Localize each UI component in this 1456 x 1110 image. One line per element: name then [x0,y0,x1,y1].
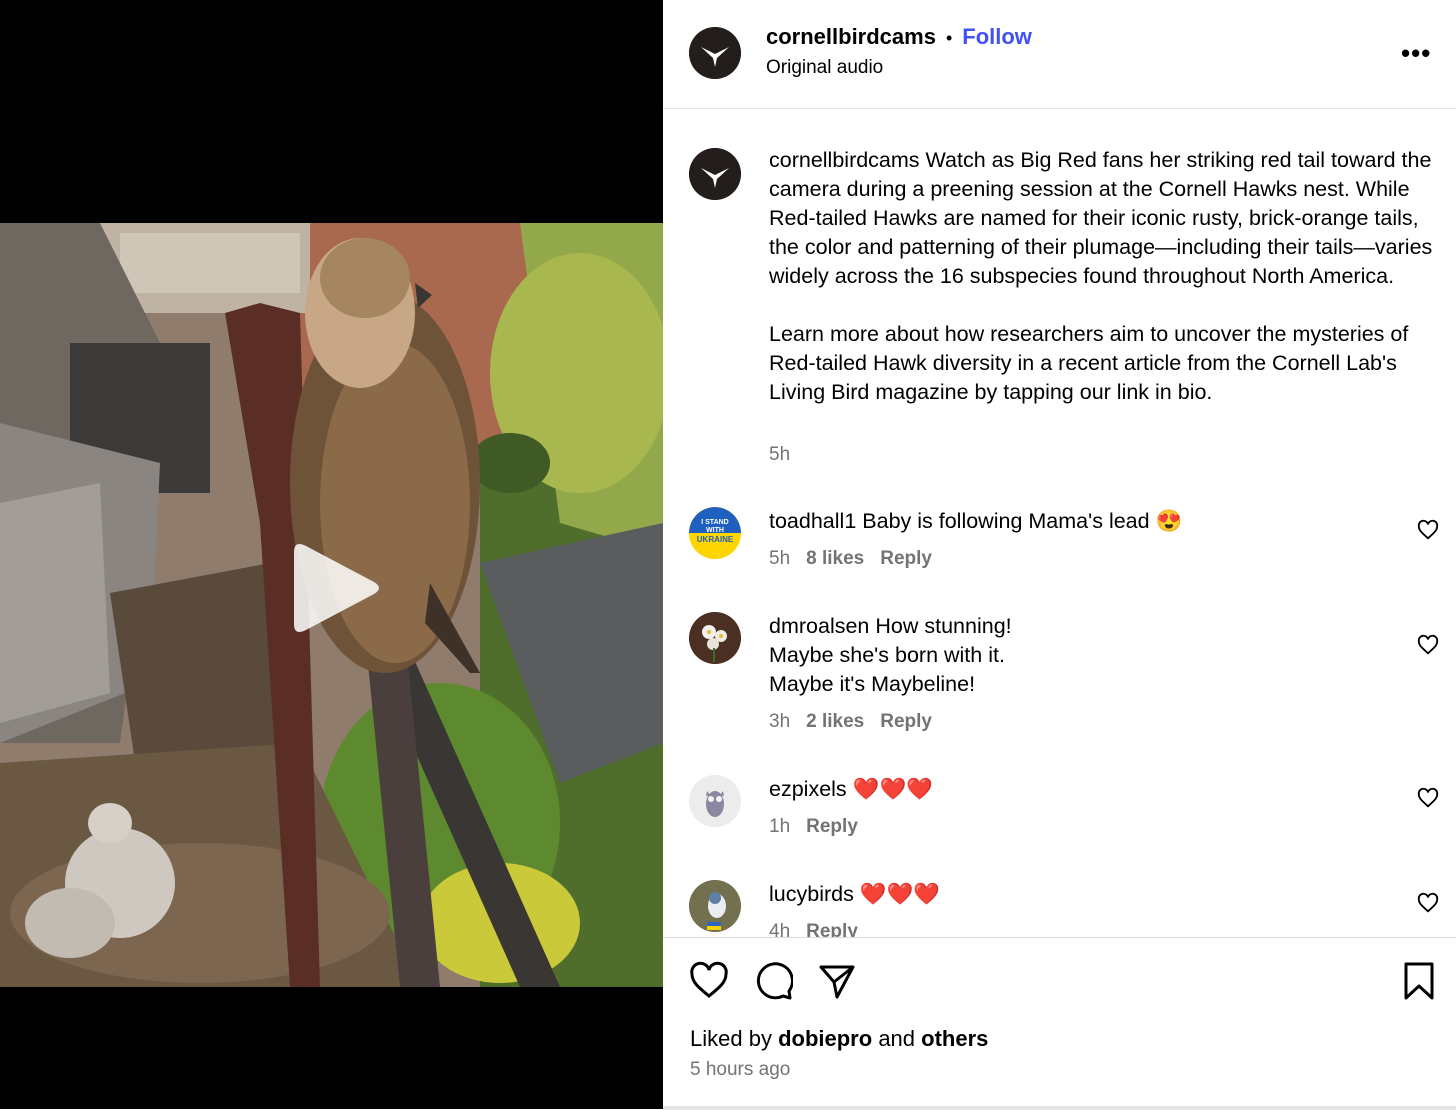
bird-photo-avatar-icon [689,880,741,932]
heart-icon[interactable] [1417,634,1439,656]
divider [663,1106,1456,1110]
comment-body: ❤️❤️❤️ [859,882,941,906]
comment-text: lucybirds ❤️❤️❤️ [769,880,1439,909]
reply-button[interactable]: Reply [806,921,858,937]
comment-username[interactable]: toadhall1 [769,509,856,533]
comment-time: 4h [769,921,791,937]
post-actions: Liked by dobiepro and others 5 hours ago [663,937,1456,1110]
bird-logo-icon [689,148,741,200]
avatar[interactable] [689,148,741,200]
caption-username[interactable]: cornellbirdcams [769,148,920,172]
comment-text: ezpixels ❤️❤️❤️ [769,775,1439,804]
liked-and: and [878,1026,916,1051]
comment-meta: 5h 8 likes Reply [769,548,948,570]
caption-text: cornellbirdcams Watch as Big Red fans he… [769,146,1439,407]
bird-logo-icon [689,27,741,79]
comment-time: 5h [769,548,791,569]
post-panel: cornellbirdcams • Follow Original audio ••… [663,0,1456,1110]
comment-body: ❤️❤️❤️ [852,777,933,801]
caption-time: 5h [769,444,791,465]
comment-line: How stunning! [875,614,1012,638]
comment-body: Baby is following Mama's lead 😍 [862,509,1183,533]
follow-button[interactable]: Follow [962,24,1032,49]
reply-button[interactable]: Reply [806,816,858,837]
badge-line-3: UKRAINE [697,535,734,544]
comment-time: 3h [769,711,791,732]
like-heart-icon[interactable] [689,961,729,1001]
avatar[interactable] [689,880,741,932]
heart-icon[interactable] [1417,519,1439,541]
avatar[interactable]: I STAND WITH UKRAINE [689,507,741,559]
comment-likes[interactable]: 8 likes [806,548,864,569]
play-icon[interactable] [284,538,384,638]
liked-others[interactable]: others [921,1026,988,1051]
comments-scroll[interactable]: cornellbirdcams Watch as Big Red fans he… [663,109,1456,937]
comment-likes[interactable]: 2 likes [806,711,864,732]
comment-meta: 3h 2 likes Reply [769,711,948,733]
heart-icon[interactable] [1417,787,1439,809]
liked-prefix: Liked by [690,1026,772,1051]
comment-text: toadhall1 Baby is following Mama's lead … [769,507,1439,536]
flower-avatar-icon [689,612,741,664]
post-username[interactable]: cornellbirdcams [766,24,936,49]
comment-meta: 4h Reply [769,921,874,937]
liked-user[interactable]: dobiepro [778,1026,872,1051]
comment-username[interactable]: lucybirds [769,882,854,906]
header-title-row: cornellbirdcams • Follow [766,24,1032,50]
comment-line: Maybe it's Maybeline! [769,672,976,696]
comment-username[interactable]: ezpixels [769,777,847,801]
avatar[interactable] [689,775,741,827]
post-header: cornellbirdcams • Follow Original audio ••… [663,0,1456,109]
caption-meta: 5h [769,444,806,466]
badge-line-1: I STAND [701,519,728,526]
comment-time: 1h [769,816,791,837]
comment-text: dmroalsen How stunning! Maybe she's born … [769,612,1439,699]
ukraine-badge-icon: I STAND WITH UKRAINE [689,507,741,559]
post-timestamp: 5 hours ago [690,1059,791,1080]
caption-paragraph-2: Learn more about how researchers aim to … [769,322,1409,404]
liked-by: Liked by dobiepro and others [690,1026,988,1052]
save-bookmark-icon[interactable] [1399,961,1439,1001]
comment-username[interactable]: dmroalsen [769,614,869,638]
share-paper-plane-icon[interactable] [817,961,857,1001]
owl-avatar-icon [689,775,741,827]
separator-dot: • [945,28,953,48]
comment-bubble-icon[interactable] [753,961,793,1001]
badge-line-2: WITH [706,527,724,534]
heart-icon[interactable] [1417,892,1439,914]
comment-line: Maybe she's born with it. [769,643,1005,667]
audio-label[interactable]: Original audio [766,57,883,79]
more-options-icon[interactable]: ••• [1401,38,1431,69]
reply-button[interactable]: Reply [880,711,932,732]
avatar[interactable] [689,612,741,664]
avatar[interactable] [689,27,741,79]
video-player[interactable] [0,0,663,1109]
comment-meta: 1h Reply [769,816,874,838]
reply-button[interactable]: Reply [880,548,932,569]
